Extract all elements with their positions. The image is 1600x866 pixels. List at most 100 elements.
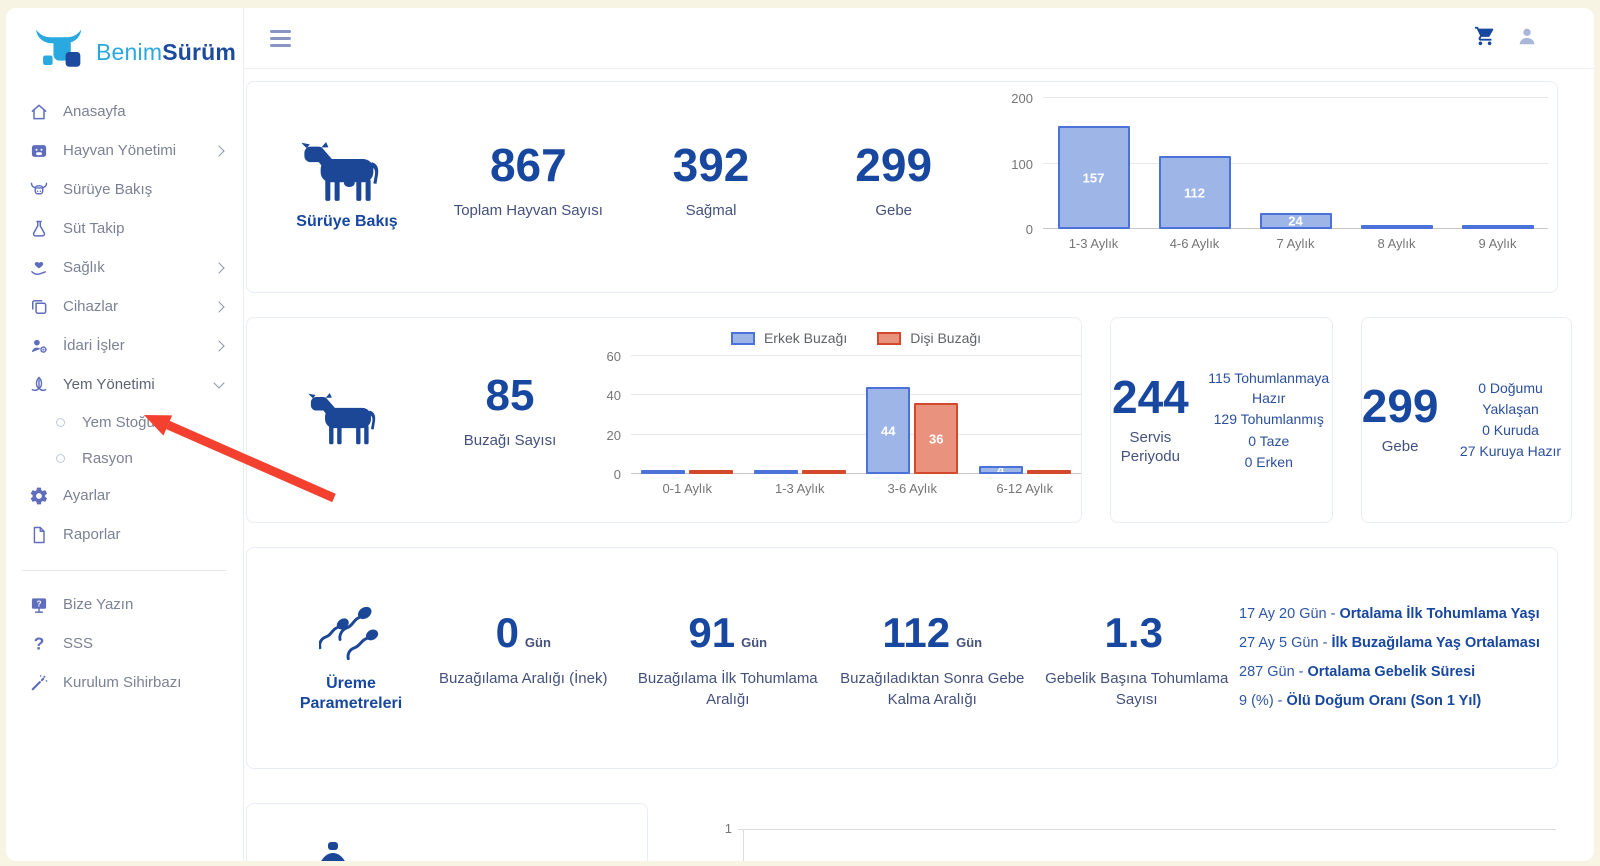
sidebar-item-idari-isler[interactable]: İdari İşler bbox=[6, 326, 243, 365]
sidebar-subitem-rasyon[interactable]: Rasyon bbox=[6, 440, 243, 476]
bottom-chart-axis bbox=[743, 829, 744, 861]
x-axis-label: 7 Aylık bbox=[1276, 236, 1315, 251]
bullet-circle-icon bbox=[56, 417, 65, 427]
sidebar-item-raporlar[interactable]: Raporlar bbox=[6, 515, 243, 554]
herd-card-title: Sürüye Bakış bbox=[296, 213, 398, 230]
legend-item: Erkek Buzağı bbox=[730, 330, 847, 346]
milk-card-partial bbox=[246, 803, 648, 861]
bull-logo-icon bbox=[36, 29, 82, 67]
question-mark-icon: ? bbox=[28, 633, 49, 654]
cow-head-icon bbox=[28, 179, 49, 200]
detail-line: 129 Tohumlanmış bbox=[1213, 411, 1324, 428]
herd-overview-card: Sürüye Bakış 867 Toplam Hayvan Sayısı 39… bbox=[246, 81, 1558, 293]
sidebar-item-yem-yonetimi[interactable]: Yem Yönetimi bbox=[6, 365, 243, 404]
dashboard-content: Sürüye Bakış 867 Toplam Hayvan Sayısı 39… bbox=[244, 69, 1594, 861]
animal-management-icon bbox=[28, 140, 49, 161]
calf-age-distribution-chart: Erkek Buzağı Dişi Buzağı 0 20 40 60 44 36 4 0-1 A… bbox=[593, 330, 1081, 496]
x-axis-label: 4-6 Aylık bbox=[1169, 236, 1220, 251]
hamburger-menu-icon[interactable] bbox=[270, 29, 291, 47]
sidebar-item-saglik[interactable]: Sağlık bbox=[6, 248, 243, 287]
calf-card: 85 Buzağı Sayısı Erkek Buzağı Dişi Buzağı… bbox=[246, 317, 1082, 523]
sidebar-item-kurulum-sihirbazi[interactable]: Kurulum Sihirbazı bbox=[6, 663, 243, 702]
home-icon bbox=[28, 101, 49, 122]
chevron-right-icon bbox=[213, 261, 225, 274]
stat-calving-first-insemination: 91 Gün Buzağılama İlk Tohumlama Aralığı bbox=[637, 609, 818, 709]
magic-wand-icon bbox=[28, 672, 49, 693]
chevron-right-icon bbox=[213, 339, 225, 352]
milk-can-icon bbox=[321, 842, 345, 861]
metric-row: 287 Gün - Ortalama Gebelik Süresi bbox=[1239, 664, 1476, 680]
sidebar-item-sss[interactable]: ? SSS bbox=[6, 624, 243, 663]
svg-text:?: ? bbox=[33, 634, 44, 653]
gear-icon bbox=[28, 485, 49, 506]
bottom-chart-gridline bbox=[738, 829, 1556, 830]
bar: 44 bbox=[866, 387, 911, 474]
sidebar-item-bize-yazin[interactable]: ? Bize Yazın bbox=[6, 585, 243, 624]
x-axis-label: 1-3 Aylık bbox=[1068, 236, 1119, 251]
bar bbox=[753, 470, 798, 474]
bar bbox=[641, 470, 686, 474]
detail-line: 115 Tohumlanmaya Hazır bbox=[1208, 369, 1330, 407]
service-period-card: 244 Servis Periyodu 115 Tohumlanmaya Haz… bbox=[1110, 317, 1333, 523]
breeding-card-title: Üreme Parametreleri bbox=[299, 675, 403, 712]
cow-icon bbox=[301, 142, 379, 201]
stat-calving-interval: 0 Gün Buzağılama Aralığı (İnek) bbox=[439, 609, 608, 688]
cart-icon[interactable] bbox=[1474, 25, 1496, 52]
flask-icon bbox=[28, 218, 49, 239]
metric-row: 27 Ay 5 Gün - İlk Buzağılama Yaş Ortalam… bbox=[1239, 635, 1540, 651]
detail-line: 27 Kuruya Hazır bbox=[1459, 443, 1562, 460]
bar: 112 bbox=[1158, 156, 1231, 229]
sidebar-item-cihazlar[interactable]: Cihazlar bbox=[6, 287, 243, 326]
user-profile-icon[interactable] bbox=[1516, 25, 1538, 52]
service-period-details: 115 Tohumlanmaya Hazır 129 Tohumlanmış 0… bbox=[1206, 367, 1332, 473]
detail-line: 0 Doğumu Yaklaşan bbox=[1478, 380, 1543, 417]
bar: 157 bbox=[1057, 126, 1130, 229]
bullet-circle-icon bbox=[56, 453, 65, 463]
topbar bbox=[244, 8, 1594, 69]
stat-days-open: 112 Gün Buzağıladıktan Sonra Gebe Kalma A… bbox=[840, 609, 1025, 709]
brand-name: BenimSürüm bbox=[96, 38, 237, 65]
herd-age-distribution-chart: 0 100 200 157 112 24 1-3 Aylık 4-6 Aylık 7 Aylık… bbox=[1005, 91, 1553, 251]
sidebar-item-hayvan-yonetimi[interactable]: Hayvan Yönetimi bbox=[6, 131, 243, 170]
sidebar-subitem-yem-stogu[interactable]: Yem Stoğu bbox=[6, 404, 243, 440]
bottom-row: 1 bbox=[246, 803, 1558, 861]
metric-row: 17 Ay 20 Gün - Ortalama İlk Tohumlama Ya… bbox=[1239, 606, 1540, 622]
feed-corn-icon bbox=[28, 374, 49, 395]
x-axis-label: 6-12 Aylık bbox=[996, 481, 1054, 496]
metric-row: 9 (%) - Ölü Doğum Oranı (Son 1 Yıl) bbox=[1239, 693, 1482, 709]
sidebar-item-suruye-bakis[interactable]: Sürüye Bakış bbox=[6, 170, 243, 209]
sidebar-item-ayarlar[interactable]: Ayarlar bbox=[6, 476, 243, 515]
stat-inseminations-per-pregnancy: 1.3 Gebelik Başına Tohumlama Sayısı bbox=[1045, 609, 1229, 709]
svg-text:?: ? bbox=[36, 598, 41, 608]
health-heart-hand-icon bbox=[28, 257, 49, 278]
x-axis-label: 8 Aylık bbox=[1377, 236, 1416, 251]
x-axis-label: 0-1 Aylık bbox=[662, 481, 713, 496]
chart-legend: Erkek Buzağı Dişi Buzağı bbox=[631, 330, 1081, 346]
sidebar-item-sut-takip[interactable]: Süt Takip bbox=[6, 209, 243, 248]
devices-icon bbox=[28, 296, 49, 317]
support-monitor-icon: ? bbox=[28, 594, 49, 615]
main-area: Sürüye Bakış 867 Toplam Hayvan Sayısı 39… bbox=[244, 8, 1594, 861]
stat-calf-count: 85 Buzağı Sayısı bbox=[463, 370, 557, 449]
bar bbox=[1461, 225, 1534, 229]
sperm-icon bbox=[319, 606, 379, 661]
chevron-right-icon bbox=[213, 144, 225, 157]
bar: 24 bbox=[1259, 213, 1332, 229]
calf-icon bbox=[308, 393, 376, 445]
stat-total-animals: 867 Toplam Hayvan Sayısı bbox=[453, 138, 603, 219]
brand-logo[interactable]: BenimSürüm bbox=[6, 16, 243, 92]
detail-line: 0 Taze bbox=[1248, 432, 1290, 449]
stat-milking: 392 Sağmal bbox=[672, 138, 750, 219]
x-axis-label: 9 Aylık bbox=[1478, 236, 1517, 251]
stat-service-period: 244 Servis Periyodu bbox=[1112, 370, 1189, 466]
bar: 4 bbox=[978, 466, 1023, 474]
chevron-down-icon bbox=[213, 377, 225, 389]
app-window: BenimSürüm Anasayfa Hayvan Yönetimi Sürü… bbox=[6, 8, 1594, 861]
sidebar: BenimSürüm Anasayfa Hayvan Yönetimi Sürü… bbox=[6, 8, 244, 861]
x-axis-label: 3-6 Aylık bbox=[887, 481, 938, 496]
breeding-parameters-card: Üreme Parametreleri 0 Gün Buzağılama Aral… bbox=[246, 547, 1558, 769]
chevron-right-icon bbox=[213, 300, 225, 313]
sidebar-item-anasayfa[interactable]: Anasayfa bbox=[6, 92, 243, 131]
breeding-metrics-list: 17 Ay 20 Gün - Ortalama İlk Tohumlama Ya… bbox=[1239, 600, 1551, 716]
x-axis-label: 1-3 Aylık bbox=[774, 481, 825, 496]
